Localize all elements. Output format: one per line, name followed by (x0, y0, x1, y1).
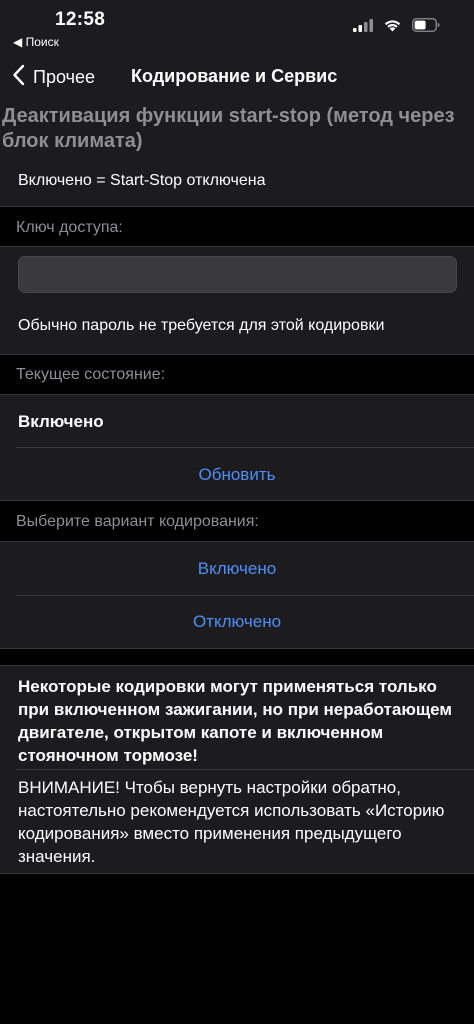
navigation-bar: Прочее Кодирование и Сервис (0, 54, 474, 100)
divider (0, 354, 474, 355)
access-key-header: Ключ доступа: (16, 219, 123, 236)
access-key-input[interactable] (18, 256, 457, 293)
back-to-app-link[interactable]: ◀ Поиск (13, 35, 59, 49)
description-row: Включено = Start-Stop отключена (0, 156, 474, 206)
access-key-note: Обычно пароль не требуется для этой коди… (18, 317, 385, 334)
warning-bold-text: Некоторые кодировки могут применяться то… (18, 677, 452, 765)
battery-icon (412, 18, 440, 37)
divider (0, 500, 474, 501)
divider (0, 648, 474, 649)
divider (0, 206, 474, 207)
status-icons (353, 18, 440, 37)
wifi-icon (383, 18, 402, 37)
refresh-button[interactable]: Обновить (0, 465, 474, 485)
divider (16, 769, 474, 770)
section-title: Деактивация функции start-stop (метод че… (0, 100, 474, 156)
option-disable-button[interactable]: Отключено (0, 612, 474, 632)
coding-options-header: Выберите вариант кодирования: (16, 513, 259, 530)
current-state-value: Включено (18, 412, 104, 431)
signal-icon (353, 18, 373, 37)
divider (16, 447, 474, 448)
status-bar: 12:58 ◀ Поиск (0, 0, 474, 54)
description-text: Включено = Start-Stop отключена (18, 172, 266, 189)
option-enable-button[interactable]: Включено (0, 559, 474, 579)
divider (0, 873, 474, 874)
current-state-header: Текущее состояние: (16, 366, 166, 383)
status-time: 12:58 (55, 9, 106, 30)
warning-text: ВНИМАНИЕ! Чтобы вернуть настройки обратн… (18, 778, 445, 866)
chevron-left-icon (12, 64, 25, 91)
divider (16, 595, 474, 596)
back-button-label: Прочее (33, 67, 95, 87)
page-title: Кодирование и Сервис (131, 66, 338, 86)
back-button[interactable]: Прочее (12, 64, 95, 91)
